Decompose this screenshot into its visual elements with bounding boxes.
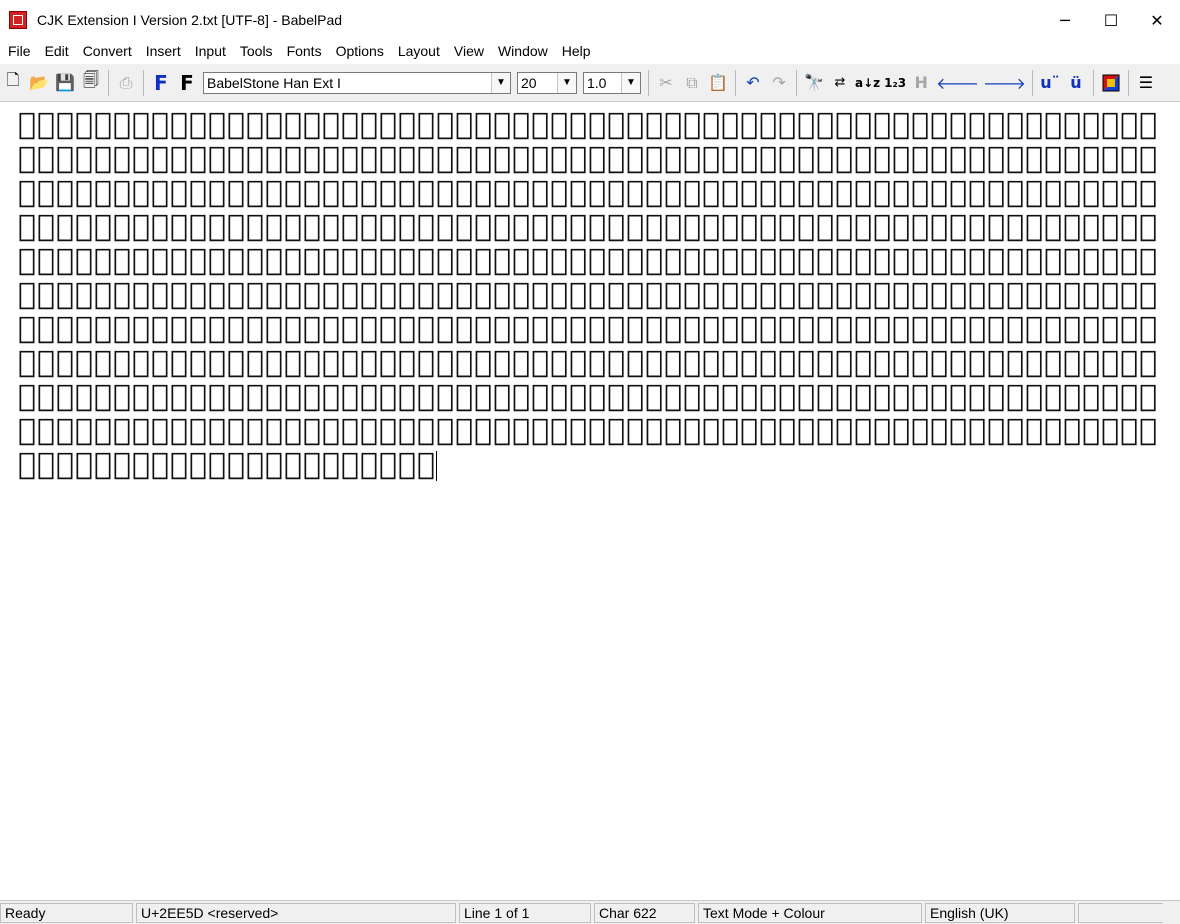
status-extra [1078,902,1163,923]
menu-tools[interactable]: Tools [232,43,279,59]
menu-layout[interactable]: Layout [390,43,446,59]
text-caret [436,451,438,481]
chevron-down-icon[interactable]: ▼ [621,72,640,93]
toolbar-separator [1031,69,1033,96]
replace-icon[interactable]: ⇄ [829,70,851,96]
toolbar-separator [796,69,797,96]
save-icon[interactable]: 💾 [54,70,76,96]
maximize-button[interactable]: ☐ [1088,0,1134,40]
font-name-value: BabelStone Han Ext I [207,74,341,91]
arrow-right-icon[interactable]: 🡒 [983,70,1026,96]
status-state: Ready [0,902,133,923]
window-controls: ─ ☐ ✕ [1042,0,1180,40]
menu-view[interactable]: View [446,43,490,59]
text-editor[interactable]: 𲐀𲐁𲐂𲐃𲐄𲐅𲐆𲐇𲐈𲐉𲐊𲐋𲐌𲐍𲐎𲐏𲐐𲐑𲐒𲐓𲐔𲐕𲐖𲐗𲐘𲐙𲐚𲐛𲐜𲐝𲐞𲐟𲐠𲐡𲐢𲐣𲐤𲐥𲐦𲐧… [4,104,1176,900]
title-bar: CJK Extension I Version 2.txt [UTF-8] - … [0,0,1180,40]
sort-az-icon[interactable]: a↓z [855,70,880,96]
toolbar-separator [735,69,736,96]
toolbar-separator [143,69,144,96]
menu-convert[interactable]: Convert [75,43,138,59]
u-diaeresis-icon[interactable]: u¨ [1039,70,1061,96]
babelpad-app-icon[interactable] [9,11,27,29]
toolbar-separator [1127,69,1129,96]
chevron-down-icon[interactable]: ▼ [491,72,510,93]
status-char: Char 622 [594,902,695,923]
copy-icon[interactable]: ⧉ [681,70,703,96]
bold-f-icon[interactable]: F [150,70,172,96]
menu-input[interactable]: Input [187,43,232,59]
close-button[interactable]: ✕ [1134,0,1180,40]
line-spacing-select[interactable]: 1.0 ▼ [583,71,641,94]
menu-options[interactable]: Options [328,43,390,59]
find-icon[interactable]: 🔭 [803,70,825,96]
menu-window[interactable]: Window [490,43,554,59]
status-codepoint: U+2EE5D <reserved> [136,902,456,923]
redo-icon[interactable]: ↷ [768,70,790,96]
font-size-select[interactable]: 20 ▼ [517,71,577,94]
save-all-icon[interactable]: 🗐 [80,70,102,96]
number-icon[interactable]: 1₂3 [884,70,906,96]
window-title: CJK Extension I Version 2.txt [UTF-8] - … [37,12,343,28]
menu-file[interactable]: File [0,43,37,59]
new-document-icon[interactable]: 🗋 [2,70,24,96]
status-mode: Text Mode + Colour [698,902,922,923]
arrow-left-icon[interactable]: 🡐 [936,70,979,96]
toolbar: 🗋 📂 💾 🗐 ⎙ F F BabelStone Han Ext I ▼ 20 … [0,64,1180,102]
font-size-value: 20 [521,74,537,91]
toolbar-separator [108,69,109,96]
undo-icon[interactable]: ↶ [742,70,764,96]
h-icon[interactable]: H [910,70,932,96]
line-spacing-value: 1.0 [587,74,607,91]
menu-fonts[interactable]: Fonts [279,43,328,59]
status-language: English (UK) [925,902,1075,923]
toolbar-separator [1092,69,1094,96]
status-bar: Ready U+2EE5D <reserved> Line 1 of 1 Cha… [0,900,1180,924]
menu-bar: File Edit Convert Insert Input Tools Fon… [0,40,1180,62]
font-name-select[interactable]: BabelStone Han Ext I ▼ [203,71,511,94]
align-icon[interactable]: ☰ [1135,70,1157,96]
menu-edit[interactable]: Edit [37,43,75,59]
u-umlaut-icon[interactable]: ü [1065,70,1087,96]
document-content: 𲐀𲐁𲐂𲐃𲐄𲐅𲐆𲐇𲐈𲐉𲐊𲐋𲐌𲐍𲐎𲐏𲐐𲐑𲐒𲐓𲐔𲐕𲐖𲐗𲐘𲐙𲐚𲐛𲐜𲐝𲐞𲐟𲐠𲐡𲐢𲐣𲐤𲐥𲐦𲐧… [18,107,1159,482]
print-icon[interactable]: ⎙ [115,70,137,96]
toolbar-separator [648,69,649,96]
menu-help[interactable]: Help [554,43,597,59]
cut-icon[interactable]: ✂ [655,70,677,96]
status-line: Line 1 of 1 [459,902,591,923]
paste-icon[interactable]: 📋 [707,70,729,96]
font-f-icon[interactable]: F [176,70,198,96]
minimize-button[interactable]: ─ [1042,0,1088,40]
open-folder-icon[interactable]: 📂 [28,70,50,96]
chevron-down-icon[interactable]: ▼ [557,72,576,93]
menu-insert[interactable]: Insert [138,43,187,59]
color-icon[interactable] [1100,70,1122,96]
document-text[interactable]: 𲐀𲐁𲐂𲐃𲐄𲐅𲐆𲐇𲐈𲐉𲐊𲐋𲐌𲐍𲐎𲐏𲐐𲐑𲐒𲐓𲐔𲐕𲐖𲐗𲐘𲐙𲐚𲐛𲐜𲐝𲐞𲐟𲐠𲐡𲐢𲐣𲐤𲐥𲐦𲐧… [18,108,1168,482]
